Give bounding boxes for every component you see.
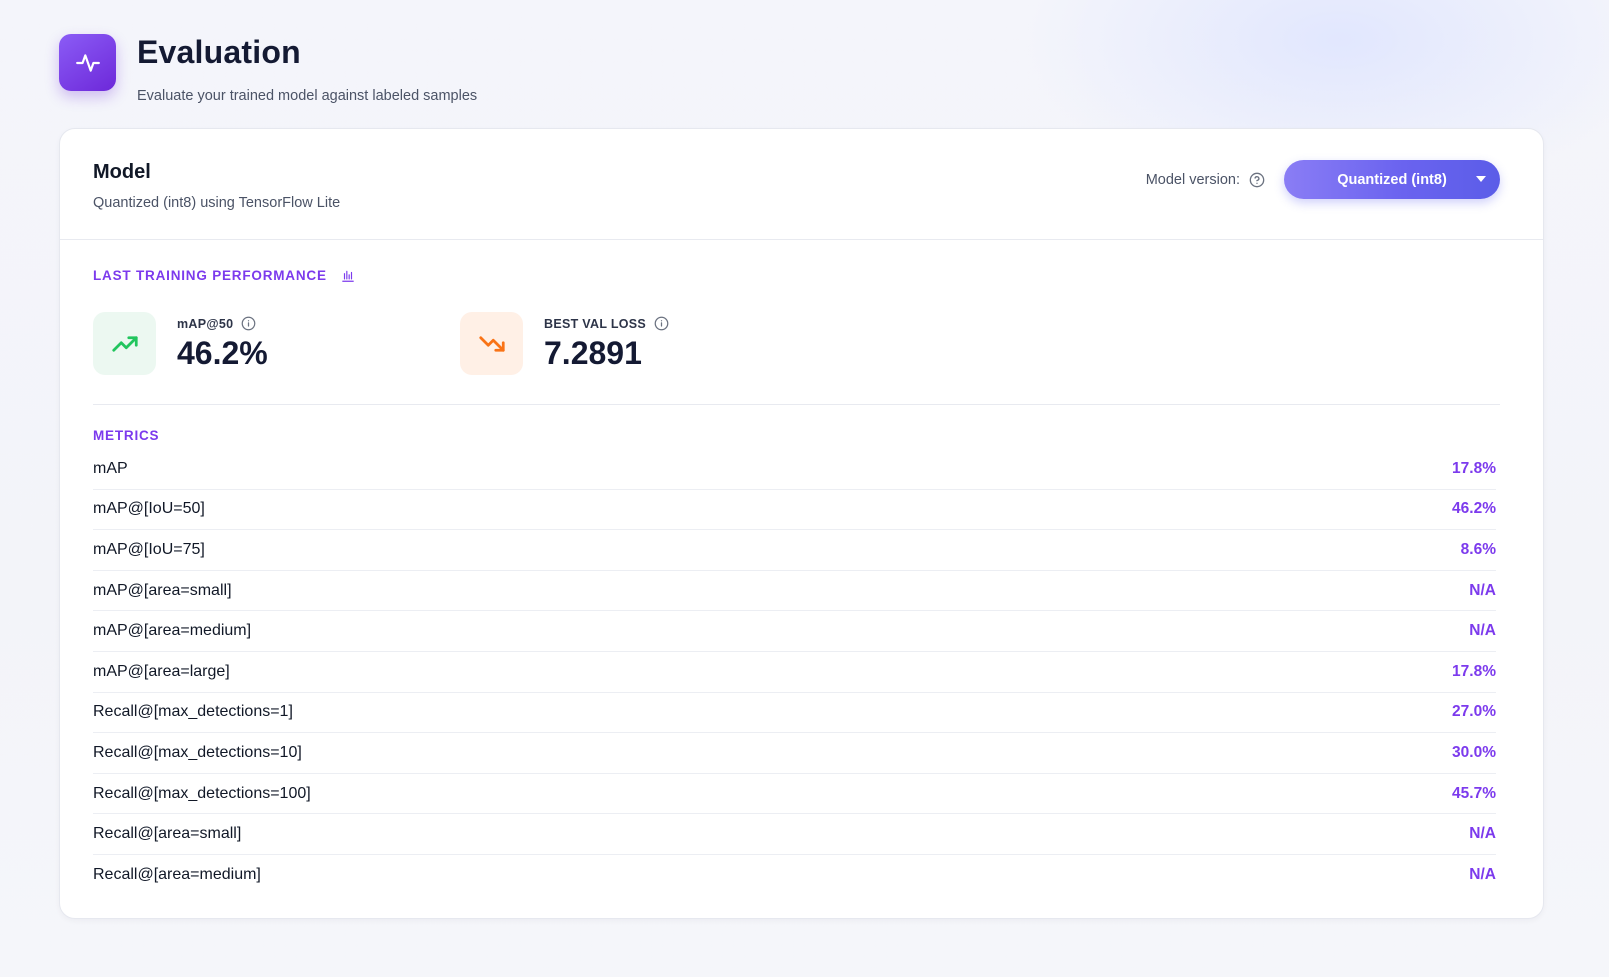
page-title: Evaluation	[137, 34, 301, 70]
metric-name: mAP@[area=medium]	[93, 622, 252, 640]
stat-best-val-loss: BEST VAL LOSS 7.2891	[460, 312, 669, 375]
metric-value: N/A	[1469, 622, 1496, 640]
info-icon[interactable]	[241, 316, 256, 331]
metric-name: Recall@[max_detections=10]	[93, 743, 302, 761]
help-circle-icon[interactable]	[1249, 172, 1265, 188]
metric-value: N/A	[1469, 825, 1496, 843]
bar-chart-icon	[341, 269, 355, 283]
section-divider	[93, 404, 1500, 405]
metric-name: Recall@[max_detections=100]	[93, 784, 311, 802]
model-section: Model Quantized (int8) using TensorFlow …	[60, 129, 1543, 240]
metrics-list: mAP 17.8% mAP@[IoU=50] 46.2% mAP@[IoU=75…	[93, 449, 1496, 896]
stat-map50: mAP@50 46.2%	[93, 312, 268, 375]
metric-row: Recall@[max_detections=10] 30.0%	[93, 733, 1496, 774]
info-icon[interactable]	[654, 316, 669, 331]
metric-value: 45.7%	[1452, 784, 1496, 802]
model-version-label: Model version:	[1145, 171, 1240, 188]
metric-name: mAP@[area=small]	[93, 581, 232, 599]
metric-value: N/A	[1469, 581, 1496, 599]
performance-section-label: LAST TRAINING PERFORMANCE	[93, 268, 327, 283]
metric-name: mAP	[93, 459, 128, 477]
metric-row: Recall@[max_detections=1] 27.0%	[93, 693, 1496, 734]
metric-value: 30.0%	[1452, 743, 1496, 761]
metric-row: mAP@[area=small] N/A	[93, 571, 1496, 612]
page-header: Evaluation Evaluate your trained model a…	[59, 34, 477, 104]
pulse-icon	[59, 34, 116, 91]
stat-label: BEST VAL LOSS	[544, 316, 647, 331]
evaluation-card: Model Quantized (int8) using TensorFlow …	[59, 128, 1544, 919]
model-title: Model	[93, 161, 151, 183]
metric-value: 8.6%	[1460, 540, 1496, 558]
metric-row: mAP@[IoU=50] 46.2%	[93, 490, 1496, 531]
model-version-control: Model version: Quantized (int8)	[1146, 160, 1500, 199]
metric-row: Recall@[area=small] N/A	[93, 814, 1496, 855]
metric-row: mAP 17.8%	[93, 449, 1496, 490]
metric-value: N/A	[1469, 866, 1496, 884]
model-version-dropdown[interactable]: Quantized (int8)	[1284, 160, 1500, 199]
metric-row: mAP@[area=medium] N/A	[93, 611, 1496, 652]
metric-name: mAP@[area=large]	[93, 662, 230, 680]
metric-value: 17.8%	[1452, 459, 1496, 477]
chevron-down-icon	[1476, 176, 1486, 182]
model-version-selected: Quantized (int8)	[1337, 171, 1447, 188]
metric-name: Recall@[area=small]	[93, 825, 242, 843]
metric-name: mAP@[IoU=50]	[93, 500, 205, 518]
metric-value: 46.2%	[1452, 500, 1496, 518]
metric-row: Recall@[area=medium] N/A	[93, 855, 1496, 896]
metric-row: mAP@[area=large] 17.8%	[93, 652, 1496, 693]
performance-section-header: LAST TRAINING PERFORMANCE	[93, 268, 355, 283]
metric-value: 17.8%	[1452, 662, 1496, 680]
metric-row: Recall@[max_detections=100] 45.7%	[93, 774, 1496, 815]
trending-up-icon	[93, 312, 156, 375]
metric-value: 27.0%	[1452, 703, 1496, 721]
stat-value: 7.2891	[544, 335, 642, 371]
metric-name: Recall@[max_detections=1]	[93, 703, 293, 721]
stat-value: 46.2%	[177, 335, 268, 371]
trending-down-icon	[460, 312, 523, 375]
metrics-section-label: METRICS	[93, 428, 160, 443]
metric-name: Recall@[area=medium]	[93, 866, 261, 884]
metric-row: mAP@[IoU=75] 8.6%	[93, 530, 1496, 571]
page-subtitle: Evaluate your trained model against labe…	[137, 88, 478, 104]
model-description: Quantized (int8) using TensorFlow Lite	[93, 195, 341, 211]
metric-name: mAP@[IoU=75]	[93, 540, 205, 558]
stat-label: mAP@50	[177, 316, 234, 331]
